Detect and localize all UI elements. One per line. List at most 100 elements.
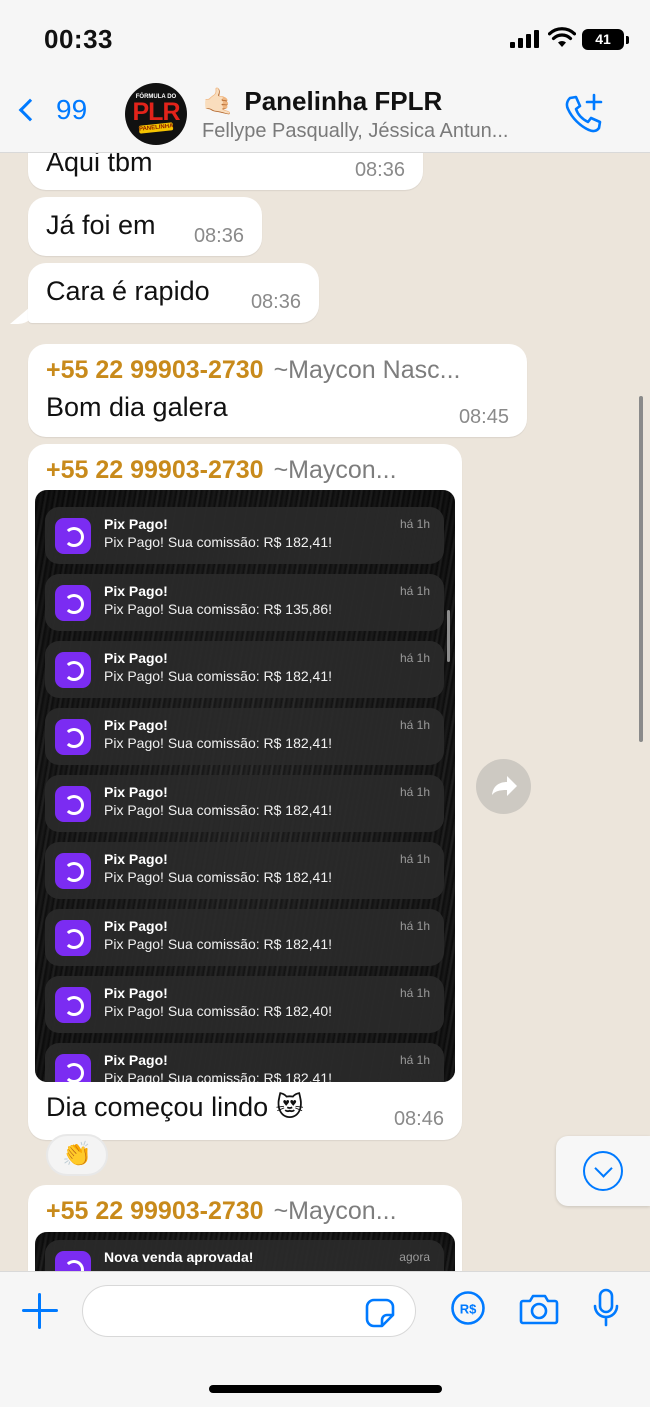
notification-title: Pix Pago!	[104, 851, 168, 867]
chat-participants[interactable]: Fellype Pasqually, Jéssica Antun...	[202, 120, 542, 143]
chat-title[interactable]: 🤙🏻 Panelinha FPLR	[202, 86, 442, 117]
scroll-to-bottom-button[interactable]	[556, 1136, 650, 1206]
sender-number: +55 22 99903-2730	[46, 1197, 264, 1225]
sender-label[interactable]: +55 22 99903-2730 ~Maycon Nasc...	[46, 356, 460, 385]
shared-screenshot-image[interactable]: Nova venda aprovada! agora	[35, 1232, 455, 1271]
forward-arrow-icon	[492, 776, 517, 796]
notification-time: há 1h	[399, 718, 430, 732]
pix-app-icon	[55, 585, 91, 621]
message-text: Aqui tbm	[46, 153, 153, 177]
sender-name: ~Maycon...	[273, 1197, 397, 1225]
message-text: Cara é rapido	[46, 276, 210, 306]
pix-app-icon	[55, 987, 91, 1023]
pix-app-icon	[55, 920, 91, 956]
message-input[interactable]	[82, 1285, 416, 1337]
composer-bar: R$	[0, 1271, 650, 1407]
notification-card: Pix Pago! Pix Pago! Sua comissão: R$ 182,…	[45, 775, 444, 832]
image-scroll-indicator	[447, 610, 450, 662]
camera-icon[interactable]	[519, 1292, 559, 1326]
notification-time: há 1h	[399, 986, 430, 1000]
add-call-icon[interactable]	[562, 92, 606, 136]
notification-body: Pix Pago! Sua comissão: R$ 182,40!	[104, 1003, 333, 1019]
svg-text:R$: R$	[460, 1302, 477, 1317]
notification-time: há 1h	[399, 1053, 430, 1067]
status-bar: 00:33 41	[0, 0, 650, 78]
sender-name: ~Maycon...	[273, 456, 397, 484]
title-emoji: 🤙🏻	[202, 86, 235, 116]
notification-title: Pix Pago!	[104, 583, 168, 599]
chevron-down-icon	[583, 1151, 623, 1191]
message-list[interactable]: Aqui tbm 08:36 Já foi em 08:36 Cara é ra…	[0, 153, 650, 1271]
message-text: Já foi em	[46, 210, 156, 240]
group-avatar[interactable]: FÓRMULA DO PLR PANELINHA	[125, 83, 187, 145]
notification-card: Pix Pago! Pix Pago! Sua comissão: R$ 135,…	[45, 574, 444, 631]
cellular-signal-icon	[510, 30, 540, 48]
notification-card: Pix Pago! Pix Pago! Sua comissão: R$ 182,…	[45, 708, 444, 765]
message-bubble[interactable]: Já foi em 08:36	[28, 197, 262, 256]
avatar-logo: PLR	[132, 98, 181, 126]
wifi-icon	[548, 27, 576, 47]
pix-app-icon	[55, 1251, 91, 1271]
notification-card: Pix Pago! Pix Pago! Sua comissão: R$ 182,…	[45, 842, 444, 899]
pix-app-icon	[55, 786, 91, 822]
pix-app-icon	[55, 719, 91, 755]
notification-title: Pix Pago!	[104, 650, 168, 666]
pix-app-icon	[55, 518, 91, 554]
message-text: Bom dia galera	[46, 392, 228, 422]
notification-card: Pix Pago! Pix Pago! Sua comissão: R$ 182,…	[45, 909, 444, 966]
chevron-left-icon	[18, 98, 42, 122]
notification-body: Pix Pago! Sua comissão: R$ 182,41!	[104, 936, 333, 952]
home-indicator	[209, 1385, 442, 1393]
back-button[interactable]: 99	[12, 94, 87, 126]
reaction-badge[interactable]: 👏	[46, 1134, 108, 1176]
pix-app-icon	[55, 652, 91, 688]
battery-icon: 41	[582, 29, 629, 50]
image-caption: Dia começou lindo 😻	[46, 1092, 304, 1122]
clock: 00:33	[44, 24, 113, 54]
notification-card: Pix Pago! Pix Pago! Sua comissão: R$ 182,…	[45, 641, 444, 698]
notification-time: há 1h	[399, 651, 430, 665]
message-time: 08:36	[354, 159, 405, 181]
pix-app-icon	[55, 853, 91, 889]
notification-title: Pix Pago!	[104, 717, 168, 733]
sender-number: +55 22 99903-2730	[46, 356, 264, 384]
notification-title: Pix Pago!	[104, 784, 168, 800]
message-bubble[interactable]: +55 22 99903-2730 ~Maycon Nasc... Bom dia…	[28, 344, 527, 437]
notification-time: há 1h	[399, 785, 430, 799]
notification-body: Pix Pago! Sua comissão: R$ 182,41!	[104, 534, 333, 550]
notification-body: Pix Pago! Sua comissão: R$ 182,41!	[104, 869, 333, 885]
sender-name: ~Maycon Nasc...	[273, 356, 461, 384]
message-bubble[interactable]: Aqui tbm 08:36	[28, 153, 423, 190]
notification-title: Pix Pago!	[104, 516, 168, 532]
plus-icon[interactable]	[22, 1293, 58, 1329]
shared-screenshot-image[interactable]: Pix Pago! Pix Pago! Sua comissão: R$ 182,…	[35, 490, 455, 1082]
chat-title-text: Panelinha FPLR	[244, 86, 443, 116]
notification-card: Pix Pago! Pix Pago! Sua comissão: R$ 182,…	[45, 507, 444, 564]
notification-time: há 1h	[399, 584, 430, 598]
notification-title: Pix Pago!	[104, 1052, 168, 1068]
message-bubble[interactable]: Cara é rapido 08:36	[28, 263, 319, 323]
notification-time: há 1h	[399, 919, 430, 933]
pix-payment-icon[interactable]: R$	[450, 1290, 486, 1326]
unread-count: 99	[56, 94, 88, 125]
notification-body: Pix Pago! Sua comissão: R$ 182,41!	[104, 668, 333, 684]
message-time: 08:46	[393, 1108, 444, 1130]
sender-label[interactable]: +55 22 99903-2730 ~Maycon...	[46, 1197, 397, 1226]
notification-time: há 1h	[399, 517, 430, 531]
sender-label[interactable]: +55 22 99903-2730 ~Maycon...	[46, 456, 397, 485]
message-time: 08:36	[193, 225, 244, 247]
scrollbar[interactable]	[639, 396, 643, 742]
message-time: 08:36	[250, 291, 301, 313]
sticker-icon[interactable]	[365, 1298, 395, 1328]
sender-number: +55 22 99903-2730	[46, 456, 264, 484]
notification-card: Pix Pago! Pix Pago! Sua comissão: R$ 182,…	[45, 1043, 444, 1082]
notification-body: Pix Pago! Sua comissão: R$ 135,86!	[104, 601, 333, 617]
forward-button[interactable]	[476, 759, 531, 814]
notification-time: há 1h	[399, 852, 430, 866]
microphone-icon[interactable]	[592, 1288, 620, 1330]
notification-body: Pix Pago! Sua comissão: R$ 182,41!	[104, 1070, 333, 1082]
pix-app-icon	[55, 1054, 91, 1082]
message-time: 08:45	[458, 406, 509, 428]
notification-body: Pix Pago! Sua comissão: R$ 182,41!	[104, 802, 333, 818]
notification-time: agora	[399, 1250, 430, 1264]
